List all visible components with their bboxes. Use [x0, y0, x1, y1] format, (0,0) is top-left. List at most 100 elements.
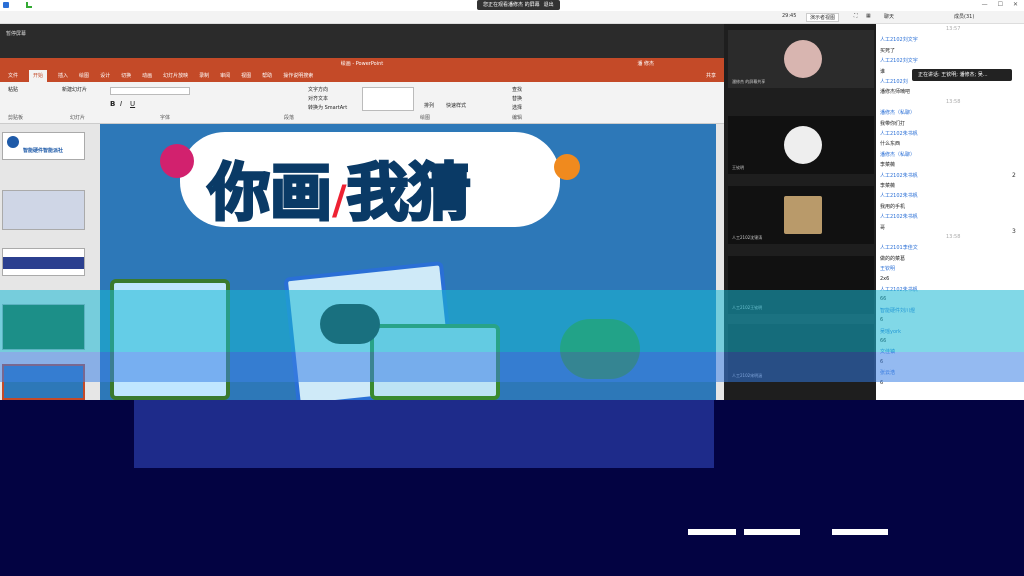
- chat-sender: 人工2102朱书帆: [880, 172, 918, 179]
- slide-thumb-2[interactable]: [2, 190, 85, 230]
- chat-message: 潘修杰师喃吧: [880, 89, 911, 96]
- quick-styles-button[interactable]: 快速样式: [446, 102, 466, 109]
- share-banner: 您正在观看潘修杰 的屏幕 退出: [477, 0, 560, 10]
- tab-search[interactable]: 操作说明搜索: [283, 70, 313, 82]
- chat-tab[interactable]: 聊天: [884, 13, 894, 20]
- tab-review[interactable]: 审阅: [220, 70, 230, 82]
- logo-icon: [7, 136, 19, 148]
- tab-view[interactable]: 视图: [241, 70, 251, 82]
- slide-thumb-3[interactable]: [2, 248, 85, 276]
- arrange-button[interactable]: 排列: [424, 102, 434, 109]
- slide-title-part2: 我猜: [345, 155, 472, 231]
- exit-share-button[interactable]: 退出: [544, 0, 554, 10]
- slide-title-part1: 你画: [206, 155, 333, 231]
- italic-icon[interactable]: I: [120, 100, 122, 108]
- chat-sender: 人工2101李佳文: [880, 245, 918, 252]
- tab-slideshow[interactable]: 幻灯片放映: [163, 70, 188, 82]
- chat-timestamp: 13:58: [946, 234, 961, 240]
- group-paragraph: 段落: [284, 115, 295, 121]
- chat-message: 2x6: [880, 275, 890, 282]
- window-controls: — ☐ ✕: [982, 1, 1018, 8]
- font-name-select[interactable]: [110, 87, 190, 95]
- chat-sender: 潘修杰（私聊）: [880, 151, 916, 158]
- shield-icon: [3, 2, 9, 8]
- underline-icon[interactable]: U: [130, 100, 135, 108]
- chat-message: 买死了: [880, 47, 896, 54]
- chat-timestamp: 13:57: [946, 26, 961, 32]
- share-button[interactable]: 共享: [706, 70, 716, 82]
- ppt-ribbon: 剪贴板 幻灯片 字体 段落 绘图 编辑 粘贴 新建幻灯片 查找 替换 选择 排列…: [0, 82, 724, 124]
- replace-button[interactable]: 替换: [512, 95, 522, 102]
- members-tab[interactable]: 成员(31): [954, 13, 974, 20]
- slide-thumb-1[interactable]: 智能硬件智能派社: [2, 132, 85, 160]
- chat-message: 李菜薇: [880, 183, 896, 189]
- chat-sender: 人工2102刘: [880, 79, 908, 85]
- group-drawing: 绘图: [420, 115, 431, 121]
- paste-button[interactable]: 粘贴: [8, 86, 18, 93]
- new-slide-button[interactable]: 新建幻灯片: [62, 86, 87, 93]
- thumb-title: 智能硬件智能派社: [23, 148, 64, 154]
- speaking-tooltip: 正在讲话: 王钦明; 潘修杰; 吴...: [912, 69, 1012, 81]
- chat-message: 做的的菜葛: [880, 255, 906, 262]
- layout-icon[interactable]: ▦: [866, 13, 871, 19]
- avatar: [784, 126, 822, 164]
- chat-sender: 人工2102朱书帆: [880, 131, 918, 137]
- chat-message: 我带你们打: [880, 120, 906, 127]
- avatar: [784, 40, 822, 78]
- top-system-bar: 您正在观看潘修杰 的屏幕 退出 — ☐ ✕: [0, 0, 1024, 11]
- close-icon[interactable]: ✕: [1013, 1, 1018, 8]
- ppt-user: 潘 修杰: [637, 61, 654, 67]
- corrupted-area: [0, 400, 1024, 576]
- group-clipboard: 剪贴板: [8, 115, 24, 121]
- avatar: [784, 196, 822, 234]
- side-number: 2: [1012, 172, 1016, 179]
- fullscreen-icon[interactable]: ⛶: [854, 13, 858, 19]
- video-tile-2[interactable]: 王钦明: [728, 116, 874, 174]
- tab-transitions[interactable]: 切换: [121, 70, 131, 82]
- slide-title: 你画/我猜: [206, 142, 472, 232]
- glitch-bar: [744, 529, 800, 535]
- chat-sender: 人工2102朱书帆: [880, 193, 918, 200]
- tab-record[interactable]: 录制: [199, 70, 209, 82]
- signal-icon: [26, 2, 32, 8]
- align-text-button[interactable]: 对齐文本: [308, 95, 328, 102]
- pause-share-button[interactable]: 暂停屏幕: [6, 30, 26, 37]
- minimize-icon[interactable]: —: [982, 1, 988, 8]
- chat-timestamp: 13:58: [946, 98, 961, 105]
- share-banner-text: 您正在观看潘修杰 的屏幕: [483, 2, 540, 8]
- chat-sender: 人工2102刘文宇: [880, 58, 918, 65]
- paint-splash-icon: [160, 144, 194, 178]
- shapes-gallery[interactable]: [362, 87, 414, 111]
- view-mode-select[interactable]: 演示者视图: [806, 13, 840, 22]
- group-editing: 编辑: [512, 115, 523, 121]
- chat-sender: 人工2102朱书帆: [880, 214, 918, 221]
- bold-icon[interactable]: B: [110, 100, 115, 108]
- paint-splash-icon: [554, 154, 580, 180]
- tab-design[interactable]: 设计: [100, 70, 110, 82]
- video-name: 王钦明: [732, 165, 744, 170]
- chat-sender: 王钦明: [880, 266, 896, 273]
- text-direction-button[interactable]: 文字方向: [308, 86, 328, 93]
- meeting-timer: 29:45: [782, 13, 797, 19]
- video-name: 潘修杰 的屏幕共享: [732, 79, 766, 84]
- chat-message: 李菜薇: [880, 162, 896, 169]
- tab-insert[interactable]: 插入: [58, 70, 68, 82]
- tab-home[interactable]: 开始: [29, 70, 48, 82]
- glitch-bar: [688, 529, 736, 535]
- find-button[interactable]: 查找: [512, 86, 522, 93]
- group-slides: 幻灯片: [70, 115, 86, 121]
- tab-draw[interactable]: 绘图: [79, 70, 89, 82]
- side-number: 3: [1012, 228, 1016, 235]
- tab-file[interactable]: 文件: [8, 70, 18, 82]
- chat-message: 谁: [880, 68, 886, 75]
- select-button[interactable]: 选择: [512, 104, 522, 111]
- video-tile-1[interactable]: 潘修杰 的屏幕共享: [728, 30, 874, 88]
- glitch-band: [0, 290, 1024, 352]
- video-tile-3[interactable]: 人工2102沈锦涛: [728, 186, 874, 244]
- smartart-button[interactable]: 转换为 SmartArt: [308, 104, 347, 111]
- chat-sender: 人工2102刘文宇: [880, 37, 918, 44]
- tab-help[interactable]: 帮助: [262, 70, 272, 82]
- tab-animations[interactable]: 动画: [142, 70, 152, 82]
- glitch-band: [0, 352, 1024, 382]
- maximize-icon[interactable]: ☐: [998, 1, 1003, 8]
